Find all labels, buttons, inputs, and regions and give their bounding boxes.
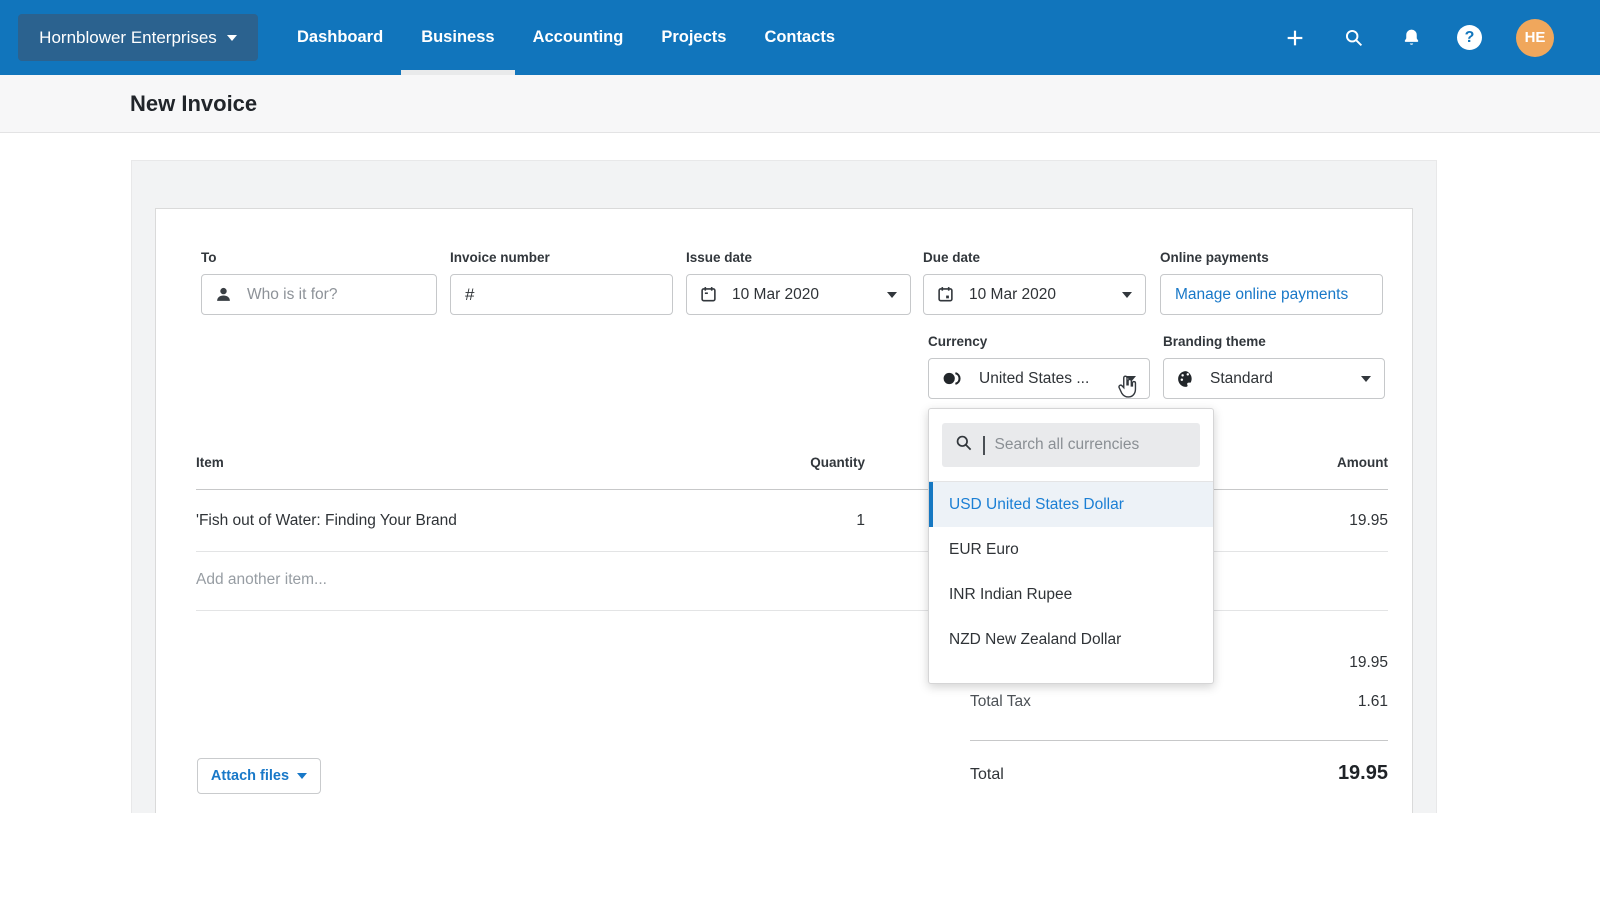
currency-option-nzd[interactable]: NZD New Zealand Dollar xyxy=(929,617,1213,662)
chevron-down-icon xyxy=(297,773,307,779)
due-date-select[interactable]: 10 Mar 2020 xyxy=(923,274,1146,315)
issue-date-value: 10 Mar 2020 xyxy=(732,286,819,304)
issue-date-label: Issue date xyxy=(686,250,752,268)
app-window: Hornblower Enterprises Dashboard Busines… xyxy=(0,0,1600,900)
avatar[interactable]: HE xyxy=(1516,19,1554,57)
main-nav: Dashboard Business Accounting Projects C… xyxy=(297,0,835,75)
row-quantity[interactable]: 1 xyxy=(700,512,865,530)
nav-contacts[interactable]: Contacts xyxy=(764,0,835,75)
total-tax-value: 1.61 xyxy=(1238,693,1388,711)
due-date-label: Due date xyxy=(923,250,980,268)
to-input[interactable] xyxy=(247,286,407,304)
due-date-value: 10 Mar 2020 xyxy=(969,286,1056,304)
help-icon[interactable] xyxy=(1457,25,1482,50)
org-selector[interactable]: Hornblower Enterprises xyxy=(18,14,258,61)
chevron-down-icon xyxy=(887,292,897,298)
issue-date-select[interactable]: 10 Mar 2020 xyxy=(686,274,911,315)
chevron-down-icon xyxy=(227,35,237,41)
nav-dashboard[interactable]: Dashboard xyxy=(297,0,383,75)
topbar-actions: HE xyxy=(1283,0,1554,75)
chevron-down-icon xyxy=(1361,376,1371,382)
manage-online-payments-button[interactable]: Manage online payments xyxy=(1160,274,1383,315)
chevron-down-icon xyxy=(1126,376,1136,382)
add-item-row[interactable]: Add another item... xyxy=(196,571,327,589)
branding-theme-label: Branding theme xyxy=(1163,334,1266,352)
subtotal-value: 19.95 xyxy=(1238,654,1388,672)
currency-option-usd[interactable]: USD United States Dollar xyxy=(929,482,1213,527)
text-cursor xyxy=(983,436,985,455)
currency-search-wrap: Search all currencies xyxy=(929,409,1213,481)
currency-value: United States ... xyxy=(979,370,1089,388)
total-value: 19.95 xyxy=(1188,762,1388,785)
row-amount[interactable]: 19.95 xyxy=(1238,512,1388,530)
col-header-item: Item xyxy=(196,455,224,470)
nav-business[interactable]: Business xyxy=(421,0,494,75)
top-nav-bar: Hornblower Enterprises Dashboard Busines… xyxy=(0,0,1600,75)
hash-prefix: # xyxy=(465,285,474,305)
currency-dropdown: Search all currencies USD United States … xyxy=(928,408,1214,684)
plus-icon[interactable] xyxy=(1283,26,1307,50)
bell-icon[interactable] xyxy=(1399,26,1423,50)
online-payments-label: Online payments xyxy=(1160,250,1269,268)
totals-divider xyxy=(970,740,1388,741)
col-header-quantity: Quantity xyxy=(700,455,865,470)
invoice-number-label: Invoice number xyxy=(450,250,550,268)
to-field[interactable] xyxy=(201,274,437,315)
branding-theme-select[interactable]: Standard xyxy=(1163,358,1385,399)
currency-option-eur[interactable]: EUR Euro xyxy=(929,527,1213,572)
branding-theme-value: Standard xyxy=(1210,370,1273,388)
person-icon xyxy=(215,286,232,303)
attach-files-button[interactable]: Attach files xyxy=(197,758,321,794)
magnifier-icon xyxy=(954,433,973,457)
invoice-number-field[interactable]: # xyxy=(450,274,673,315)
chevron-down-icon xyxy=(1122,292,1132,298)
total-tax-label: Total Tax xyxy=(970,693,1031,711)
calendar-icon xyxy=(937,286,954,303)
search-icon[interactable] xyxy=(1341,26,1365,50)
nav-accounting[interactable]: Accounting xyxy=(533,0,624,75)
row-item-name[interactable]: 'Fish out of Water: Finding Your Brand xyxy=(196,512,457,530)
palette-icon xyxy=(1177,370,1195,388)
calendar-icon xyxy=(700,286,717,303)
currency-search-placeholder: Search all currencies xyxy=(995,436,1140,454)
to-label: To xyxy=(201,250,217,268)
col-header-amount: Amount xyxy=(1238,455,1388,470)
currency-select[interactable]: United States ... xyxy=(928,358,1150,399)
currency-label: Currency xyxy=(928,334,987,352)
page-title: New Invoice xyxy=(130,75,257,133)
attach-files-label: Attach files xyxy=(211,768,289,784)
manage-online-payments-label: Manage online payments xyxy=(1175,286,1348,304)
nav-projects[interactable]: Projects xyxy=(661,0,726,75)
currency-option-inr[interactable]: INR Indian Rupee xyxy=(929,572,1213,617)
org-name: Hornblower Enterprises xyxy=(39,28,217,48)
coins-icon xyxy=(942,370,964,387)
total-label: Total xyxy=(970,766,1004,784)
currency-search-input[interactable]: Search all currencies xyxy=(942,423,1200,467)
